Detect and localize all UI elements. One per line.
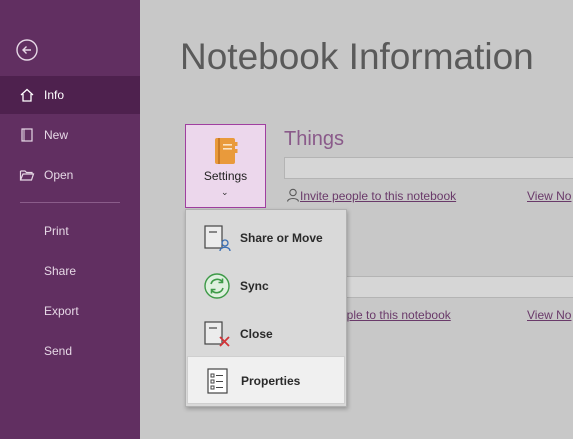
sidebar: Info New Open Print Share Export Send	[0, 0, 140, 439]
nav-item-export[interactable]: Export	[0, 292, 140, 330]
nav-item-label: Share	[44, 264, 77, 278]
menu-item-label: Share or Move	[240, 231, 323, 245]
nav-item-label: Send	[44, 344, 73, 358]
properties-icon	[207, 368, 228, 394]
nav-item-share[interactable]: Share	[0, 252, 140, 290]
nav-item-open[interactable]: Open	[0, 156, 140, 194]
notebook-path-field[interactable]	[284, 157, 573, 179]
menu-item-share-or-move[interactable]: Share or Move	[186, 214, 346, 262]
nav-item-label: Export	[44, 304, 79, 318]
chevron-down-icon: ⌄	[221, 187, 229, 197]
view-notebook-link[interactable]: View No	[527, 189, 571, 203]
folder-open-icon	[19, 170, 35, 181]
menu-item-properties[interactable]: Properties	[187, 356, 345, 404]
settings-label: Settings	[203, 169, 248, 183]
share-move-icon	[204, 225, 231, 252]
menu-item-close[interactable]: Close	[186, 310, 346, 358]
menu-item-label: Sync	[240, 279, 269, 293]
invite-people-link-2[interactable]: ople to this notebook	[340, 308, 451, 322]
menu-item-label: Close	[240, 327, 273, 341]
nav-item-new[interactable]: New	[0, 116, 140, 154]
nav-item-info[interactable]: Info	[0, 76, 140, 114]
nav-divider	[20, 202, 120, 203]
invite-people-link[interactable]: Invite people to this notebook	[300, 189, 456, 203]
home-icon	[20, 88, 34, 102]
nav-item-label: Open	[44, 168, 74, 182]
notebook-name: Things	[284, 128, 345, 150]
notebook-icon	[215, 138, 238, 164]
nav-item-label: New	[44, 128, 69, 142]
back-arrow-icon[interactable]	[16, 39, 38, 61]
nav-item-label: Info	[44, 88, 65, 102]
person-icon	[286, 188, 300, 202]
page-title: Notebook Information	[180, 36, 534, 77]
nav-item-label: Print	[44, 224, 69, 238]
new-notebook-icon	[21, 128, 33, 142]
sync-icon	[204, 273, 230, 299]
nav-item-print[interactable]: Print	[0, 212, 140, 250]
settings-button[interactable]: Settings ⌄	[185, 124, 266, 208]
menu-item-label: Properties	[241, 374, 301, 388]
menu-item-sync[interactable]: Sync	[186, 262, 346, 310]
view-notebook-link-2[interactable]: View No	[527, 308, 571, 322]
nav-item-send[interactable]: Send	[0, 332, 140, 370]
close-notebook-icon	[204, 321, 230, 347]
settings-dropdown-menu: Share or Move Sync Close Properties	[185, 209, 347, 407]
